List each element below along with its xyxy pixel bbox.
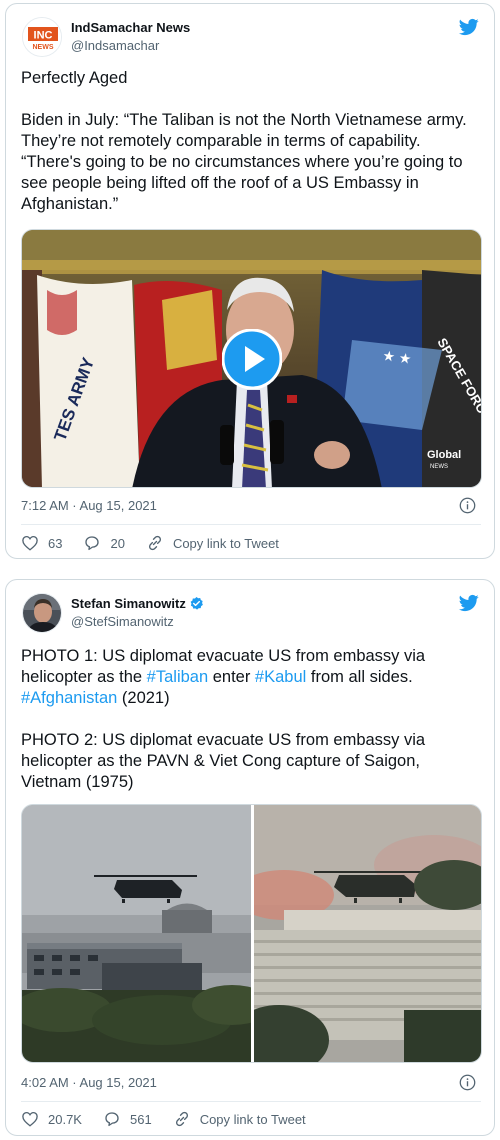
author-handle[interactable]: @StefSimanowitz [71,614,174,629]
photo-2[interactable] [254,805,482,1063]
tweet-text-part: PHOTO 2: US diplomat evacuate US from em… [21,731,430,791]
tweet-text-part: (2021) [117,689,170,707]
tweet-text-part: enter [208,668,255,686]
tweet-photos [21,804,482,1063]
reply-icon [85,536,100,551]
tweet-actions: 20.7K 561 Copy link to Tweet [21,1110,327,1128]
hashtag-link[interactable]: #Afghanistan [21,689,117,707]
copy-link-button[interactable]: Copy link to Tweet [173,1110,306,1128]
author-name[interactable]: IndSamachar News [71,20,190,35]
tweet-timestamp[interactable]: 7:12 AM · Aug 15, 2021 [21,498,157,513]
reply-icon [105,1112,119,1127]
heart-icon [22,535,38,551]
reply-count: 20 [110,535,125,551]
reply-button[interactable]: 561 [103,1110,152,1128]
link-icon [175,1111,188,1127]
tweet-video[interactable]: ★ ★ TES ARMY SPACE FORC Global NEWS [21,229,482,488]
video-watermark: Global [427,449,461,461]
divider [21,1101,481,1102]
video-watermark-sub: NEWS [430,464,448,470]
tweet-text-part: from all sides. [306,668,418,686]
twitter-bird-icon[interactable] [458,17,480,37]
author-name[interactable]: Stefan Simanowitz [71,596,204,611]
photo-1[interactable] [22,805,251,1063]
link-icon [148,535,161,551]
like-button[interactable]: 20.7K [21,1110,82,1128]
author-handle[interactable]: @Indsamachar [71,38,159,53]
info-icon[interactable] [459,497,476,514]
avatar-logo-text: INC [34,30,53,42]
reply-count: 561 [129,1111,152,1127]
tweet-text: PHOTO 1: US diplomat evacuate US from em… [21,646,483,793]
avatar-logo-subtext: NEWS [33,44,54,51]
hashtag-link[interactable]: #Taliban [147,668,208,686]
verified-badge-icon [190,596,203,610]
tweet-card[interactable]: Stefan Simanowitz @StefSimanowitz PHOTO … [5,579,495,1136]
info-icon[interactable] [459,1074,476,1091]
hashtag-link[interactable]: #Kabul [255,668,306,686]
copy-link-button[interactable]: Copy link to Tweet [146,534,279,552]
like-count: 20.7K [48,1111,82,1127]
author-name-text[interactable]: Stefan Simanowitz [71,596,186,611]
reply-button[interactable]: 20 [83,534,125,552]
copy-link-label: Copy link to Tweet [199,1111,306,1127]
avatar[interactable] [22,593,62,633]
heart-icon [22,1111,38,1127]
like-count: 63 [48,535,63,551]
copy-link-label: Copy link to Tweet [172,535,279,551]
like-button[interactable]: 63 [21,534,62,552]
tweet-timestamp[interactable]: 4:02 AM · Aug 15, 2021 [21,1075,157,1090]
tweet-card[interactable]: INC NEWS IndSamachar News @Indsamachar P… [5,3,495,559]
play-icon[interactable] [222,329,282,389]
tweet-text: Perfectly Aged Biden in July: “The Talib… [21,69,467,213]
twitter-bird-icon[interactable] [458,593,480,613]
avatar[interactable]: INC NEWS [22,17,62,57]
divider [21,524,481,525]
tweet-actions: 63 20 Copy link to Tweet [21,534,300,552]
author-name-text[interactable]: IndSamachar News [71,20,190,35]
